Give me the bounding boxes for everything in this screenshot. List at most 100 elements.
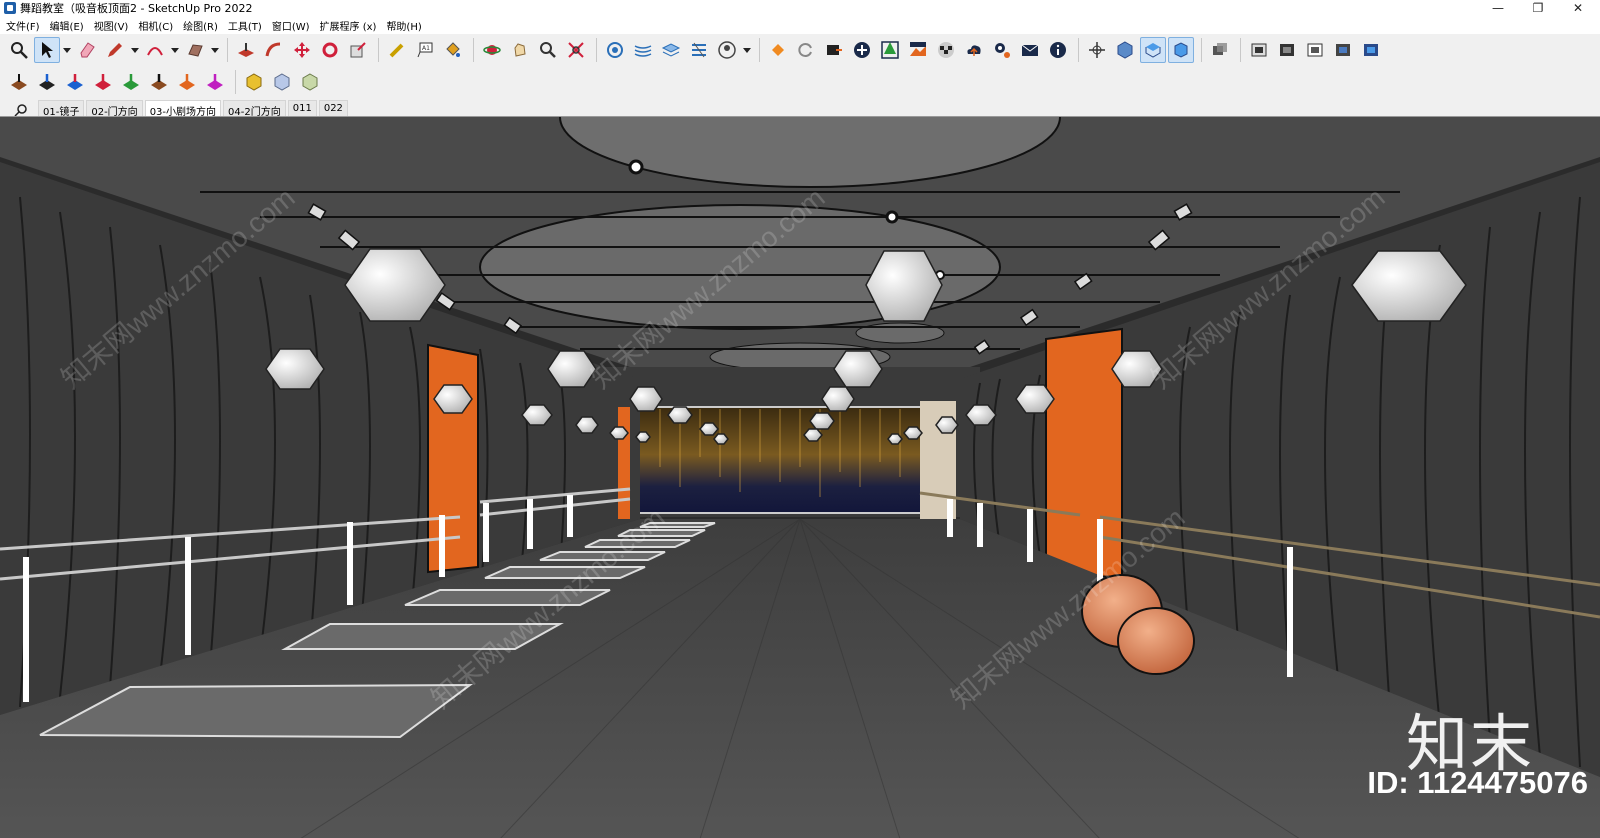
pan-icon[interactable] [507,37,533,63]
toolbar-divider [1078,38,1079,62]
solid-trim-icon[interactable] [118,69,144,95]
exercise-ball [1117,607,1195,675]
scene-search-icon[interactable] [14,102,28,117]
stamp-icon[interactable] [686,37,712,63]
menu-extensions[interactable]: 扩展程序 (x) [320,18,377,33]
scene-tab-022[interactable]: 022 [318,100,348,116]
scene-tab-011[interactable]: 011 [287,100,317,116]
textured-icon[interactable] [1358,37,1384,63]
info-icon[interactable] [1045,37,1071,63]
toolbar-divider [235,70,236,94]
component-icon[interactable] [241,69,267,95]
window-title: 舞蹈教室（吸音板顶面2 - SketchUp Pro 2022 [20,2,253,15]
model-viewport[interactable]: 知末网www.znzmo.com 知末网www.znzmo.com 知末网www… [0,116,1600,838]
box-icon[interactable] [1207,37,1233,63]
menu-edit[interactable]: 编辑(E) [50,18,84,33]
menu-help[interactable]: 帮助(H) [386,18,421,33]
toolbar-divider [473,38,474,62]
close-button[interactable]: ✕ [1558,0,1598,16]
arc-dropdown-icon[interactable] [170,37,180,63]
user-dropdown-icon[interactable] [742,37,752,63]
menu-file[interactable]: 文件(F) [6,18,40,33]
settings-icon[interactable] [989,37,1015,63]
rectangle-dropdown-icon[interactable] [210,37,220,63]
menu-draw[interactable]: 绘图(R) [183,18,218,33]
scene-tabs-bar: 01-镜子 02-门方向 03-小剧场方向 04-2门方向 011 022 [0,98,1600,118]
orbit-icon[interactable] [479,37,505,63]
layers-icon[interactable] [658,37,684,63]
tree-icon[interactable] [877,37,903,63]
hidden-line-icon[interactable] [1302,37,1328,63]
menu-camera[interactable]: 相机(C) [138,18,173,33]
toolbar-divider [227,38,228,62]
solid-intersect-icon[interactable] [34,69,60,95]
toolbar-divider [1240,38,1241,62]
text-icon[interactable]: A1 [412,37,438,63]
front-view-icon[interactable] [1168,37,1194,63]
checker-icon[interactable] [933,37,959,63]
arc-icon[interactable] [142,37,168,63]
move-icon[interactable] [289,37,315,63]
scale-icon[interactable] [345,37,371,63]
sketchup-window: 舞蹈教室（吸音板顶面2 - SketchUp Pro 2022 — ❐ ✕ 文件… [0,0,1600,838]
solid-union-icon[interactable] [62,69,88,95]
section-icon[interactable] [297,69,323,95]
follow-me-icon[interactable] [261,37,287,63]
zoom-icon[interactable] [535,37,561,63]
cloud-icon[interactable] [961,37,987,63]
toolbar-divider [1201,38,1202,62]
group-icon[interactable] [269,69,295,95]
pencil-icon[interactable] [102,37,128,63]
solid-split-icon[interactable] [146,69,172,95]
wireframe-icon[interactable] [1274,37,1300,63]
zoom-extents-icon[interactable] [6,37,32,63]
contour-icon[interactable] [630,37,656,63]
scene-tab-02[interactable]: 02-门方向 [86,100,143,118]
select-dropdown-icon[interactable] [62,37,72,63]
shaded-icon[interactable] [1330,37,1356,63]
scene-tab-04[interactable]: 04-2门方向 [223,100,286,118]
export-icon[interactable] [821,37,847,63]
axes-icon[interactable] [1084,37,1110,63]
toolbar-divider [378,38,379,62]
solid-fill-icon[interactable] [202,69,228,95]
asset-id-label: ID: 1124475076 [1367,765,1588,800]
solid-tools-toolbar [0,66,1600,98]
select-icon[interactable] [34,37,60,63]
title-bar: 舞蹈教室（吸音板顶面2 - SketchUp Pro 2022 — ❐ ✕ [0,0,1600,16]
iso-view-icon[interactable] [1112,37,1138,63]
rectangle-icon[interactable] [182,37,208,63]
zoom-window-icon[interactable] [563,37,589,63]
scene-tab-01[interactable]: 01-镜子 [38,100,85,118]
svg-text:A1: A1 [422,45,430,52]
mail-icon[interactable] [1017,37,1043,63]
top-view-icon[interactable] [1140,37,1166,63]
main-toolbar: A1 [0,34,1600,66]
menu-view[interactable]: 视图(V) [94,18,129,33]
rotate-icon[interactable] [317,37,343,63]
scene-tab-03[interactable]: 03-小剧场方向 [144,100,222,118]
sketchup-logo-icon [4,2,16,14]
solid-extra-icon[interactable] [174,69,200,95]
toolbar-divider [596,38,597,62]
maximize-button[interactable]: ❐ [1518,0,1558,16]
minimize-button[interactable]: — [1478,0,1518,16]
user-icon[interactable] [714,37,740,63]
paint-bucket-icon[interactable] [440,37,466,63]
toolbar-divider [759,38,760,62]
refresh-icon[interactable] [793,37,819,63]
tape-measure-icon[interactable] [384,37,410,63]
push-pull-icon[interactable] [233,37,259,63]
terrain-icon[interactable] [905,37,931,63]
menu-tools[interactable]: 工具(T) [228,18,262,33]
pencil-dropdown-icon[interactable] [130,37,140,63]
xray-icon[interactable] [1246,37,1272,63]
menu-bar: 文件(F) 编辑(E) 视图(V) 相机(C) 绘图(R) 工具(T) 窗口(W… [0,16,1600,34]
solid-subtract-icon[interactable] [90,69,116,95]
menu-window[interactable]: 窗口(W) [272,18,310,33]
eraser-icon[interactable] [74,37,100,63]
extension-icon[interactable] [765,37,791,63]
add-icon[interactable] [849,37,875,63]
sandbox-icon[interactable] [602,37,628,63]
solid-outer-shell-icon[interactable] [6,69,32,95]
